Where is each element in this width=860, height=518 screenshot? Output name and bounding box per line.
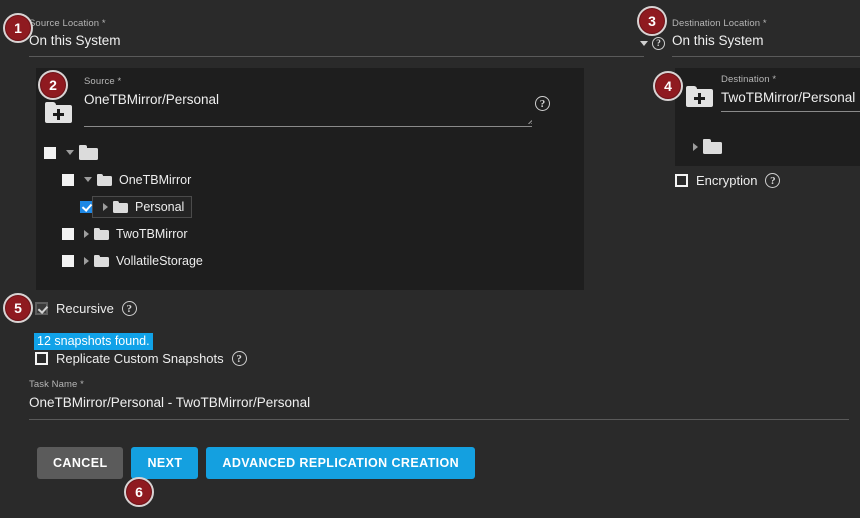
destination-location-field[interactable]: Destination Location * On this System [672,18,860,57]
source-input-underline [84,126,532,127]
source-location-field[interactable]: Source Location * On this System [29,18,644,57]
tree-node[interactable] [683,136,729,157]
annotation-badge-6: 6 [124,477,154,507]
tree-node-checkbox[interactable] [62,173,74,186]
location-row: Source Location * On this System ? Desti… [0,0,860,59]
tree-row[interactable]: Personal [80,193,210,220]
tree-node[interactable]: Personal [92,195,193,218]
destination-input-field[interactable]: Destination * TwoTBMirror/Personal [721,74,860,112]
chevron-down-icon [640,41,648,46]
tree-node-checkbox[interactable] [62,254,74,267]
help-icon: ? [652,37,665,51]
chevron-right-icon[interactable] [693,142,698,151]
folder-plus-icon [45,102,72,123]
next-button[interactable]: NEXT [131,447,199,479]
source-help-icon[interactable]: ? [535,95,550,113]
recursive-help-icon[interactable]: ? [121,301,137,316]
annotation-badge-5: 5 [3,293,33,323]
folder-plus-icon [686,86,713,107]
folder-icon [94,227,109,240]
cancel-button[interactable]: CANCEL [37,447,124,479]
help-icon: ? [535,96,550,112]
tree-row[interactable]: TwoTBMirror [62,220,210,247]
folder-icon [113,200,128,213]
tree-node-label: VollatileStorage [116,253,203,268]
source-input-field[interactable]: Source * OneTBMirror/Personal [84,76,532,127]
chevron-right-icon[interactable] [84,256,89,265]
tree-node[interactable] [56,142,105,163]
encryption-label: Encryption [696,173,758,188]
tree-row[interactable] [44,139,210,166]
tree-row[interactable]: VollatileStorage [62,247,210,274]
task-name-underline [29,419,849,420]
snapshots-found-text: 12 snapshots found. [34,333,153,350]
replicate-custom-snapshots-checkbox[interactable] [35,352,48,365]
destination-location-help-icon[interactable]: ? [652,35,665,53]
annotation-badge-3: 3 [637,6,667,36]
recursive-checkbox[interactable] [35,302,48,315]
tree-node-checkbox[interactable] [62,227,74,240]
tree-node[interactable]: OneTBMirror [74,170,198,190]
chevron-down-icon[interactable] [84,177,92,182]
tree-node-label: OneTBMirror [119,172,192,187]
source-input-label: Source * [84,76,122,87]
tree-node-checkbox[interactable] [44,146,56,159]
source-folder-tree[interactable]: OneTBMirror Personal TwoTBMirror VollatileS… [44,139,210,274]
source-add-folder-button[interactable] [45,102,72,123]
replicate-custom-snapshots-help-icon[interactable]: ? [231,351,247,366]
source-location-underline [29,56,644,57]
encryption-checkbox-row[interactable]: Encryption ? [675,173,781,188]
destination-add-folder-button[interactable] [686,86,713,107]
recursive-label: Recursive [56,301,114,316]
tree-node-checkbox[interactable] [80,200,92,213]
destination-folder-tree[interactable] [683,133,729,160]
encryption-checkbox[interactable] [675,174,688,187]
folder-icon [97,173,112,186]
source-input-value: OneTBMirror/Personal [84,92,220,107]
folder-icon [79,145,98,160]
destination-location-value: On this System [672,33,764,48]
annotation-badge-4: 4 [653,71,683,101]
source-location-value: On this System [29,33,121,48]
source-input-resize-handle[interactable] [524,116,532,124]
recursive-checkbox-row[interactable]: Recursive ? [35,301,137,316]
action-button-bar: CANCEL NEXT ADVANCED REPLICATION CREATIO… [37,447,476,479]
encryption-help-icon[interactable]: ? [765,173,781,188]
source-location-label: Source Location * [29,18,106,29]
folder-icon [703,139,722,154]
chevron-right-icon[interactable] [84,229,89,238]
tree-node[interactable]: VollatileStorage [74,251,210,271]
tree-node-label: Personal [135,199,185,214]
chevron-down-icon[interactable] [66,150,74,155]
tree-node-label: TwoTBMirror [116,226,188,241]
chevron-right-icon[interactable] [103,202,108,211]
source-input-underline-wrap [84,120,532,127]
destination-location-label: Destination Location * [672,18,767,29]
replicate-custom-snapshots-label: Replicate Custom Snapshots [56,351,224,366]
task-name-label: Task Name * [29,379,84,390]
tree-row[interactable]: OneTBMirror [62,166,210,193]
task-name-field[interactable]: Task Name * OneTBMirror/Personal - TwoTB… [29,379,849,420]
task-name-value: OneTBMirror/Personal - TwoTBMirror/Perso… [29,395,311,410]
advanced-replication-creation-button[interactable]: ADVANCED REPLICATION CREATION [206,447,476,479]
snapshots-found-status: 12 snapshots found. [34,332,153,350]
destination-location-underline [672,56,860,57]
tree-node[interactable]: TwoTBMirror [74,224,195,244]
annotation-badge-2: 2 [38,70,68,100]
destination-input-label: Destination * [721,74,777,85]
destination-input-value: TwoTBMirror/Personal [721,90,856,105]
folder-icon [94,254,109,267]
replicate-custom-snapshots-row[interactable]: Replicate Custom Snapshots ? [35,351,247,366]
destination-location-dropdown-caret[interactable] [640,41,648,46]
tree-row[interactable] [683,133,729,160]
annotation-badge-1: 1 [3,13,33,43]
destination-input-underline [721,111,860,112]
